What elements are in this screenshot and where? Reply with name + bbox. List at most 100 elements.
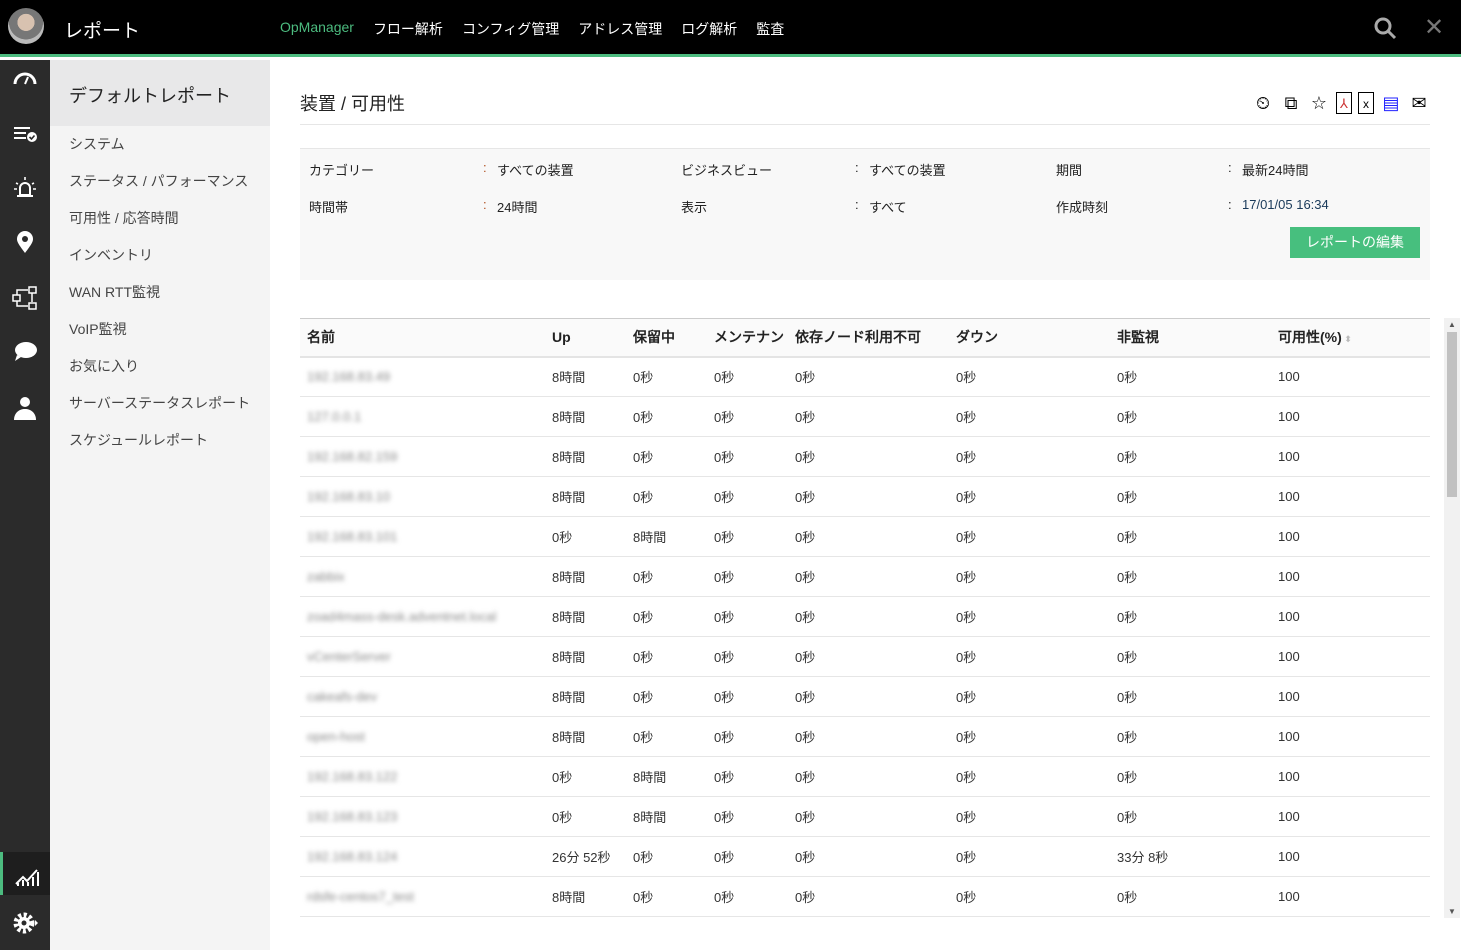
device-name-link[interactable]: 192.168.83.10 [307,489,390,504]
cell-value: 0秒 [956,570,976,585]
table-cell: 8時間 [545,357,626,397]
scroll-down-icon[interactable]: ▼ [1448,907,1456,916]
nav-flow[interactable]: フロー解析 [373,19,443,39]
chat-icon[interactable] [0,334,50,370]
cell-value: 0秒 [633,610,653,625]
cell-value: 0秒 [795,610,815,625]
sort-icon[interactable]: ⬍ [1342,334,1352,344]
device-name-link[interactable]: 192.168.83.122 [307,769,397,784]
sidebar-item-system[interactable]: システム [50,126,270,163]
scroll-up-icon[interactable]: ▲ [1448,320,1456,329]
table-cell: cakeafs-dev [300,677,545,717]
scrollbar-thumb[interactable] [1447,332,1457,497]
cell-value: 0秒 [633,570,653,585]
table-cell: 0秒 [1110,357,1271,397]
separator: : [483,197,487,212]
sidebar-item-favorites[interactable]: お気に入り [50,348,270,385]
copy-icon[interactable]: ⧉ [1280,92,1302,114]
schedule-clock-icon[interactable]: ⏲ [1252,92,1274,114]
map-pin-icon[interactable] [0,224,50,260]
table-cell: 0秒 [707,717,788,757]
device-name-link[interactable]: cakeafs-dev [307,689,377,704]
column-header[interactable]: ダウン [949,319,1110,357]
table-cell: 0秒 [1110,477,1271,517]
nav-opmanager[interactable]: OpManager [280,19,354,39]
table-cell: 192.168.82.159 [300,437,545,477]
sidebar-item-scheduled[interactable]: スケジュールレポート [50,422,270,459]
cell-value: 0秒 [633,650,653,665]
device-name-link[interactable]: 192.168.83.124 [307,849,397,864]
nav-config[interactable]: コンフィグ管理 [462,19,559,39]
device-name-link[interactable]: zoad4mass-desk.adventnet.local [307,609,496,624]
device-name-link[interactable]: 192.168.83.101 [307,529,397,544]
column-header[interactable]: 保留中 [626,319,707,357]
sidebar-item-availability[interactable]: 可用性 / 応答時間 [50,200,270,237]
device-name-link[interactable]: open-host [307,729,365,744]
reports-chart-icon[interactable] [0,852,50,895]
device-name-link[interactable]: 192.168.82.159 [307,449,397,464]
settings-gear-icon[interactable] [0,905,50,941]
column-header[interactable]: 依存ノード利用不可 [788,319,949,357]
workflow-icon[interactable] [0,280,50,316]
column-header[interactable]: Up [545,319,626,357]
inventory-check-icon[interactable] [0,116,50,152]
email-icon[interactable]: ✉ [1408,92,1430,114]
search-icon[interactable] [1373,16,1397,40]
table-row: cakeafs-dev8時間0秒0秒0秒0秒0秒100 [300,677,1430,717]
cell-value: 0秒 [1117,570,1137,585]
separator: : [483,160,487,175]
cell-value: 0秒 [714,570,734,585]
column-header[interactable]: 可用性(%) ⬍ [1271,319,1430,357]
table-cell: 8時間 [545,677,626,717]
sidebar-item-voip[interactable]: VoIP監視 [50,311,270,348]
cell-value: 0秒 [714,730,734,745]
avatar[interactable] [8,8,44,44]
sidebar-item-server-status[interactable]: サーバーステータスレポート [50,385,270,422]
nav-address[interactable]: アドレス管理 [578,19,662,39]
table-cell: 100 [1271,877,1430,917]
alarm-bell-icon[interactable] [0,170,50,206]
cell-value: 0秒 [552,810,572,825]
table-cell: 0秒 [949,757,1110,797]
table-cell: 0秒 [949,637,1110,677]
column-header[interactable]: 名前 [300,319,545,357]
sidebar-heading[interactable]: デフォルトレポート [50,60,270,126]
print-icon[interactable]: ▤ [1380,92,1402,114]
excel-export-icon[interactable]: x [1358,92,1374,114]
column-header[interactable]: メンテナン [707,319,788,357]
column-header[interactable]: 非監視 [1110,319,1271,357]
dashboard-icon[interactable] [0,60,50,96]
sidebar-item-wan-rtt[interactable]: WAN RTT監視 [50,274,270,311]
device-name-link[interactable]: 127.0.0.1 [307,409,361,424]
cell-value: 0秒 [795,770,815,785]
cell-value: 0秒 [714,490,734,505]
table-cell: 0秒 [707,797,788,837]
favorite-star-icon[interactable]: ☆ [1308,92,1330,114]
table-cell: 8時間 [545,477,626,517]
device-name-link[interactable]: rdsfe-centos7_test [307,889,414,904]
sidebar-item-status-performance[interactable]: ステータス / パフォーマンス [50,163,270,200]
bizview-label: ビジネスビュー [681,160,772,179]
user-icon[interactable] [0,390,50,426]
table-cell: 0秒 [1110,597,1271,637]
table-cell: 0秒 [707,357,788,397]
device-name-link[interactable]: vCenterServer [307,649,391,664]
device-name-link[interactable]: zabbix [307,569,345,584]
device-name-link[interactable]: 192.168.83.123 [307,809,397,824]
edit-report-button[interactable]: レポートの編集 [1290,227,1420,258]
cell-value: 0秒 [633,410,653,425]
app-title: レポート [64,16,140,43]
sidebar-item-inventory[interactable]: インベントリ [50,237,270,274]
table-cell: 0秒 [626,837,707,877]
pdf-export-icon[interactable]: ⅄ [1336,92,1352,114]
device-name-link[interactable]: 192.168.83.49 [307,369,390,384]
table-cell: 0秒 [949,677,1110,717]
table-cell: 0秒 [949,397,1110,437]
nav-log[interactable]: ログ解析 [681,19,737,39]
cell-value: 0秒 [956,370,976,385]
table-cell: 0秒 [1110,717,1271,757]
table-scrollbar[interactable]: ▲ ▼ [1444,318,1460,918]
nav-audit[interactable]: 監査 [756,19,784,39]
close-icon[interactable]: ✕ [1424,17,1444,39]
cell-value: 0秒 [795,650,815,665]
